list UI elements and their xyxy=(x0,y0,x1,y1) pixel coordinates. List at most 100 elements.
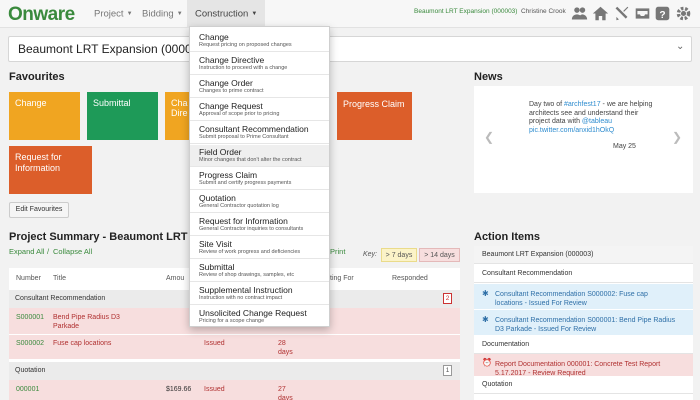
menu-item-title: Submittal xyxy=(199,262,235,272)
menu-item-description: Instruction with no contract impact xyxy=(199,295,283,301)
tools-icon[interactable] xyxy=(613,5,630,22)
menu-item-supplemental-instruction[interactable]: Supplemental Instruction Instruction with… xyxy=(190,283,329,305)
menu-item-title: Site Visit xyxy=(199,239,232,249)
nav-bidding-menu[interactable]: Bidding ▼ xyxy=(134,0,191,28)
caret-down-icon: ▼ xyxy=(176,11,183,17)
tile-label: Change xyxy=(15,98,47,108)
tweet-mention[interactable]: @tableau xyxy=(582,118,612,125)
menu-item-change-directive[interactable]: Change Directive Instruction to proceed w… xyxy=(190,53,329,75)
row-title[interactable]: Fuse cap locations xyxy=(53,339,111,348)
project-selector-title: Beaumont LRT Expansion (000003) xyxy=(18,42,210,56)
row-days: 27 xyxy=(278,386,286,393)
nav-construction-menu[interactable]: Construction ▼ xyxy=(187,0,266,28)
inbox-icon[interactable] xyxy=(634,5,651,22)
menu-item-change-request[interactable]: Change Request Approval of scope prior to… xyxy=(190,99,329,121)
collapse-all-link[interactable]: Collapse All xyxy=(53,247,92,256)
menu-item-quotation[interactable]: Quotation General Contractor quotation lo… xyxy=(190,191,329,213)
settings-icon[interactable] xyxy=(675,5,692,22)
tile-label: Submittal xyxy=(93,98,131,108)
action-item[interactable]: ⏰ Report Documentation 000001: Concrete … xyxy=(474,354,693,377)
news-heading: News xyxy=(474,71,503,83)
row-title[interactable]: Bend Pipe Radius D3 xyxy=(53,313,120,322)
row-title[interactable]: Parkade xyxy=(53,322,79,331)
action-items-heading: Action Items xyxy=(474,231,541,243)
menu-item-request-for-information[interactable]: Request for Information General Contracto… xyxy=(190,214,329,236)
action-section-documentation: Documentation xyxy=(474,336,693,354)
menu-item-title: Supplemental Instruction xyxy=(199,285,293,295)
column-header-amount[interactable]: Amou xyxy=(166,275,184,282)
group-count-badge: 2 xyxy=(443,293,452,304)
menu-item-unsolicited-change-request[interactable]: Unsolicited Change Request Pricing for a … xyxy=(190,306,329,328)
menu-item-change[interactable]: Change Request pricing on proposed change… xyxy=(190,30,329,52)
row-number[interactable]: 000001 xyxy=(16,385,39,394)
row-amount: $169.66 xyxy=(166,386,192,393)
menu-item-description: Submit proposal to Prime Consultant xyxy=(199,134,289,140)
column-header-responded[interactable]: Responded xyxy=(392,275,428,282)
action-item-text: Report Documentation 000001: Concrete Te… xyxy=(495,361,661,368)
row-number[interactable]: S000001 xyxy=(16,313,44,322)
menu-item-submittal[interactable]: Submittal Review of shop drawings, sample… xyxy=(190,260,329,282)
menu-item-site-visit[interactable]: Site Visit Review of work progress and de… xyxy=(190,237,329,259)
favourite-tile-change[interactable]: Change xyxy=(9,92,80,140)
construction-dropdown-menu: Change Request pricing on proposed change… xyxy=(189,26,330,327)
favourite-tile-progress-claim[interactable]: Progress Claim xyxy=(337,92,412,140)
tweet-link[interactable]: pic.twitter.com/anxid1hOkQ xyxy=(529,127,614,134)
menu-item-description: Request pricing on proposed changes xyxy=(199,42,292,48)
nav-label: Project xyxy=(94,8,124,20)
help-icon[interactable]: ? xyxy=(654,5,671,22)
action-items-project[interactable]: Beaumont LRT Expansion (000003) xyxy=(474,246,693,264)
menu-item-consultant-recommendation[interactable]: Consultant Recommendation Submit proposal… xyxy=(190,122,329,144)
svg-text:?: ? xyxy=(659,10,665,21)
tile-label: Cha Dire xyxy=(171,98,188,118)
project-summary-heading: Project Summary - Beaumont LRT xyxy=(9,231,188,243)
menu-item-change-order[interactable]: Change Order Changes to prime contract xyxy=(190,76,329,98)
caret-down-icon: ▼ xyxy=(251,11,258,17)
favourites-heading: Favourites xyxy=(9,71,65,83)
action-item-text: Consultant Recommendation S000002: Fuse … xyxy=(495,291,648,298)
home-icon[interactable] xyxy=(592,5,609,22)
favourite-tile-rfi[interactable]: Request for Information xyxy=(9,146,92,194)
row-status: Issued xyxy=(204,386,225,393)
menu-item-description: Changes to prime contract xyxy=(199,88,264,94)
caret-down-icon: ▼ xyxy=(126,11,133,17)
chevron-down-icon[interactable]: ⌄ xyxy=(676,41,684,52)
nav-project-menu[interactable]: Project ▼ xyxy=(86,0,141,28)
separator: / xyxy=(47,247,50,256)
chevron-right-icon[interactable]: ❯ xyxy=(672,130,682,144)
action-item[interactable]: ✱ Consultant Recommendation S000002: Fus… xyxy=(474,284,693,309)
tweet-text: Day two of xyxy=(529,101,565,108)
menu-item-title: Request for Information xyxy=(199,216,288,226)
row-days: days xyxy=(278,395,293,400)
expand-all-link[interactable]: Expand All xyxy=(9,247,44,256)
print-link[interactable]: Print xyxy=(330,247,345,256)
menu-item-title: Change Order xyxy=(199,78,253,88)
users-icon[interactable] xyxy=(571,5,588,22)
group-header-quotation[interactable]: Quotation xyxy=(9,362,460,380)
menu-item-title: Progress Claim xyxy=(199,170,258,180)
menu-item-title: Field Order xyxy=(199,147,242,157)
row-status: Issued xyxy=(204,340,225,347)
column-header-title[interactable]: Title xyxy=(53,275,66,282)
news-date: May 25 xyxy=(613,143,636,150)
row-days: 28 xyxy=(278,340,286,347)
chevron-left-icon[interactable]: ❮ xyxy=(484,130,494,144)
favourite-tile-submittal[interactable]: Submittal xyxy=(87,92,158,140)
menu-item-title: Change Request xyxy=(199,101,263,111)
menu-item-progress-claim[interactable]: Progress Claim Submit and certify progres… xyxy=(190,168,329,190)
favourite-tile-change-directive[interactable]: Cha Dire xyxy=(165,92,190,140)
column-header-waiting-for[interactable]: ting For xyxy=(330,275,354,282)
onware-logo[interactable]: Onware xyxy=(8,4,75,26)
current-project-link[interactable]: Beaumont LRT Expansion (000003) xyxy=(414,8,517,15)
user-name[interactable]: Christine Crook xyxy=(521,8,566,15)
edit-favourites-button[interactable]: Edit Favourites xyxy=(9,202,69,218)
menu-item-field-order[interactable]: Field Order Minor changes that don't alte… xyxy=(190,145,329,167)
action-item[interactable]: ✱ Consultant Recommendation S000001: Ben… xyxy=(474,310,693,335)
menu-item-description: Instruction to proceed with a change xyxy=(199,65,288,71)
nav-label: Bidding xyxy=(142,8,174,20)
column-header-number[interactable]: Number xyxy=(16,275,41,282)
table-row[interactable] xyxy=(9,380,460,400)
asterisk-icon: ✱ xyxy=(482,315,489,324)
tweet-hashtag[interactable]: #archfest17 xyxy=(564,101,601,108)
group-count-badge: 1 xyxy=(443,365,452,376)
row-number[interactable]: S000002 xyxy=(16,339,44,348)
